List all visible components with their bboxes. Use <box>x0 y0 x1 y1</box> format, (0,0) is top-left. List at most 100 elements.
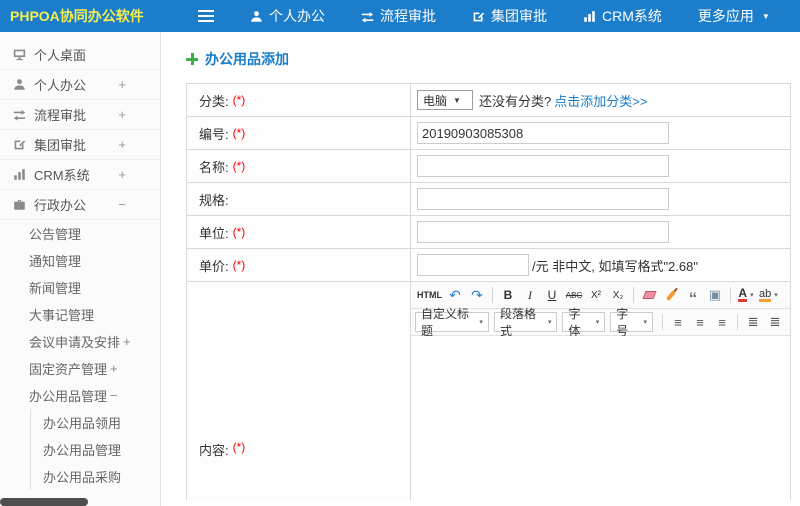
sidebar-item-admin-office[interactable]: 行政办公 − <box>0 190 160 220</box>
paragraph-format-select[interactable]: 段落格式 ▾ <box>493 307 558 338</box>
nav-workflow-approval[interactable]: 流程审批 <box>361 6 436 26</box>
collapse-toggle[interactable]: − <box>110 388 118 403</box>
main-content: 办公用品添加 分类: (*) 电脑 ▼ 还没有分类? 点击添加分类>> 编号: … <box>161 32 800 506</box>
unit-input[interactable] <box>417 221 669 243</box>
brush-icon <box>665 289 677 301</box>
field-label: 编号: <box>199 126 229 142</box>
category-select[interactable]: 电脑 ▼ <box>417 90 473 110</box>
price-input[interactable] <box>417 254 529 276</box>
sidebar-item-label: 新闻管理 <box>29 281 82 296</box>
expand-toggle[interactable]: + <box>118 137 126 152</box>
sidebar-item-personal-office[interactable]: 个人办公 + <box>0 70 160 100</box>
code-field-cell <box>411 117 790 149</box>
font-color-icon: A <box>738 286 748 302</box>
code-input[interactable] <box>417 122 669 144</box>
expand-toggle[interactable]: + <box>118 77 126 92</box>
name-input[interactable] <box>417 155 669 177</box>
sidebar-item-announcement-mgmt[interactable]: 公告管理 <box>0 220 160 247</box>
source-code-button[interactable]: HTML <box>416 285 443 305</box>
sidebar-item-label: 行政办公 <box>34 198 87 213</box>
bold-button[interactable]: B <box>498 285 518 305</box>
collapse-toggle[interactable]: − <box>118 197 126 212</box>
highlight-color-button[interactable]: ab ▾ <box>758 285 779 305</box>
strikethrough-button[interactable]: ABC <box>564 285 584 305</box>
align-right-button[interactable]: ≡ <box>712 312 732 332</box>
toolbar-separator <box>737 314 739 330</box>
rich-text-editor: HTML ↶ ↷ B I U ABC X² X₂ “ ▣ A ▾ ab ▾ 自定… <box>411 282 790 500</box>
office-supplies-submenu: 办公用品领用 办公用品管理 办公用品采购 <box>30 409 160 490</box>
supply-add-form: 分类: (*) 电脑 ▼ 还没有分类? 点击添加分类>> 编号: (*) 201… <box>186 83 791 500</box>
editor-content[interactable] <box>411 336 790 500</box>
font-family-select[interactable]: 字体 ▾ <box>562 307 606 338</box>
italic-button[interactable]: I <box>520 285 540 305</box>
sidebar-item-workflow-approval[interactable]: 流程审批 + <box>0 100 160 130</box>
sidebar-item-crm-system[interactable]: CRM系统 + <box>0 160 160 190</box>
sidebar-item-supplies-claim[interactable]: 办公用品领用 <box>31 409 160 436</box>
content-label-cell: 内容: (*) <box>187 282 411 500</box>
expand-toggle[interactable]: + <box>123 334 131 349</box>
paragraph-select-value: 段落格式 <box>499 307 536 338</box>
subscript-button[interactable]: X₂ <box>608 285 628 305</box>
no-category-hint: 还没有分类? <box>479 93 552 109</box>
align-left-button[interactable]: ≡ <box>668 312 688 332</box>
nav-personal-office[interactable]: 个人办公 <box>250 6 325 26</box>
top-navigation: 个人办公 流程审批 集团审批 CRM系统 更多应用 ▼ <box>250 6 770 26</box>
heading-select-value: 自定义标题 <box>421 307 470 338</box>
name-row: 名称: (*) <box>187 150 790 183</box>
undo-button[interactable]: ↶ <box>445 285 465 305</box>
caret-down-icon: ▾ <box>479 319 483 326</box>
sidebar-item-label: 办公用品领用 <box>43 416 122 431</box>
field-label: 内容: <box>199 443 229 458</box>
caret-down-icon: ▾ <box>595 319 600 326</box>
size-select-value: 字号 <box>616 307 629 338</box>
sidebar-item-group-approval[interactable]: 集团审批 + <box>0 130 160 160</box>
field-label: 单价: <box>199 258 229 274</box>
remove-format-button[interactable] <box>639 285 659 305</box>
heading-select[interactable]: 自定义标题 ▾ <box>415 307 489 338</box>
app-logo[interactable]: PHPOA协同办公软件 <box>0 6 162 26</box>
spec-field-cell <box>411 183 790 215</box>
eraser-icon <box>641 291 657 299</box>
required-mark: (*) <box>232 126 246 140</box>
sidebar-item-meeting-request[interactable]: 会议申请及安排 + <box>0 328 160 355</box>
superscript-button[interactable]: X² <box>586 285 606 305</box>
font-color-button[interactable]: A ▾ <box>736 285 756 305</box>
nav-crm-system[interactable]: CRM系统 <box>583 6 662 26</box>
underline-button[interactable]: U <box>542 285 562 305</box>
desktop-icon <box>13 49 26 61</box>
sidebar-item-label: 公告管理 <box>29 227 82 242</box>
code-label-cell: 编号: (*) <box>187 117 411 149</box>
sidebar-item-fixed-assets-mgmt[interactable]: 固定资产管理 + <box>0 355 160 382</box>
caret-down-icon: ▾ <box>643 319 648 326</box>
expand-toggle[interactable]: + <box>118 107 126 122</box>
sidebar-item-supplies-purchase[interactable]: 办公用品采购 <box>31 463 160 490</box>
sidebar-item-supplies-manage[interactable]: 办公用品管理 <box>31 436 160 463</box>
sidebar-item-personal-desktop[interactable]: 个人桌面 <box>0 40 160 70</box>
spec-input[interactable] <box>417 188 669 210</box>
sidebar-item-news-mgmt[interactable]: 新闻管理 <box>0 274 160 301</box>
scrollbar-thumb[interactable] <box>0 498 88 506</box>
price-row: 单价: (*) /元 非中文, 如填写格式"2.68" <box>187 249 790 282</box>
expand-toggle[interactable]: + <box>110 361 118 376</box>
person-icon <box>14 79 25 90</box>
nav-more-apps[interactable]: 更多应用 ▼ <box>698 6 770 26</box>
menu-icon[interactable] <box>198 10 214 22</box>
font-size-select[interactable]: 字号 ▾ <box>610 307 654 338</box>
image-button[interactable]: ▣ <box>705 285 725 305</box>
format-brush-button[interactable] <box>661 285 681 305</box>
align-center-button[interactable]: ≡ <box>690 312 710 332</box>
blockquote-button[interactable]: “ <box>683 285 703 307</box>
sidebar-item-label: 办公用品管理 <box>43 443 122 458</box>
code-row: 编号: (*) <box>187 117 790 150</box>
expand-toggle[interactable]: + <box>118 167 126 182</box>
edit-icon <box>14 140 26 150</box>
nav-group-approval[interactable]: 集团审批 <box>472 6 547 26</box>
sidebar-item-notice-mgmt[interactable]: 通知管理 <box>0 247 160 274</box>
sidebar-item-office-supplies-mgmt[interactable]: 办公用品管理 − <box>0 382 160 409</box>
redo-button[interactable]: ↷ <box>467 285 487 305</box>
add-category-link[interactable]: 点击添加分类>> <box>554 91 647 110</box>
unordered-list-button[interactable]: ≣ <box>765 312 785 332</box>
toolbar-separator <box>662 314 664 330</box>
sidebar-item-events-mgmt[interactable]: 大事记管理 <box>0 301 160 328</box>
ordered-list-button[interactable]: ≣ <box>743 312 763 332</box>
